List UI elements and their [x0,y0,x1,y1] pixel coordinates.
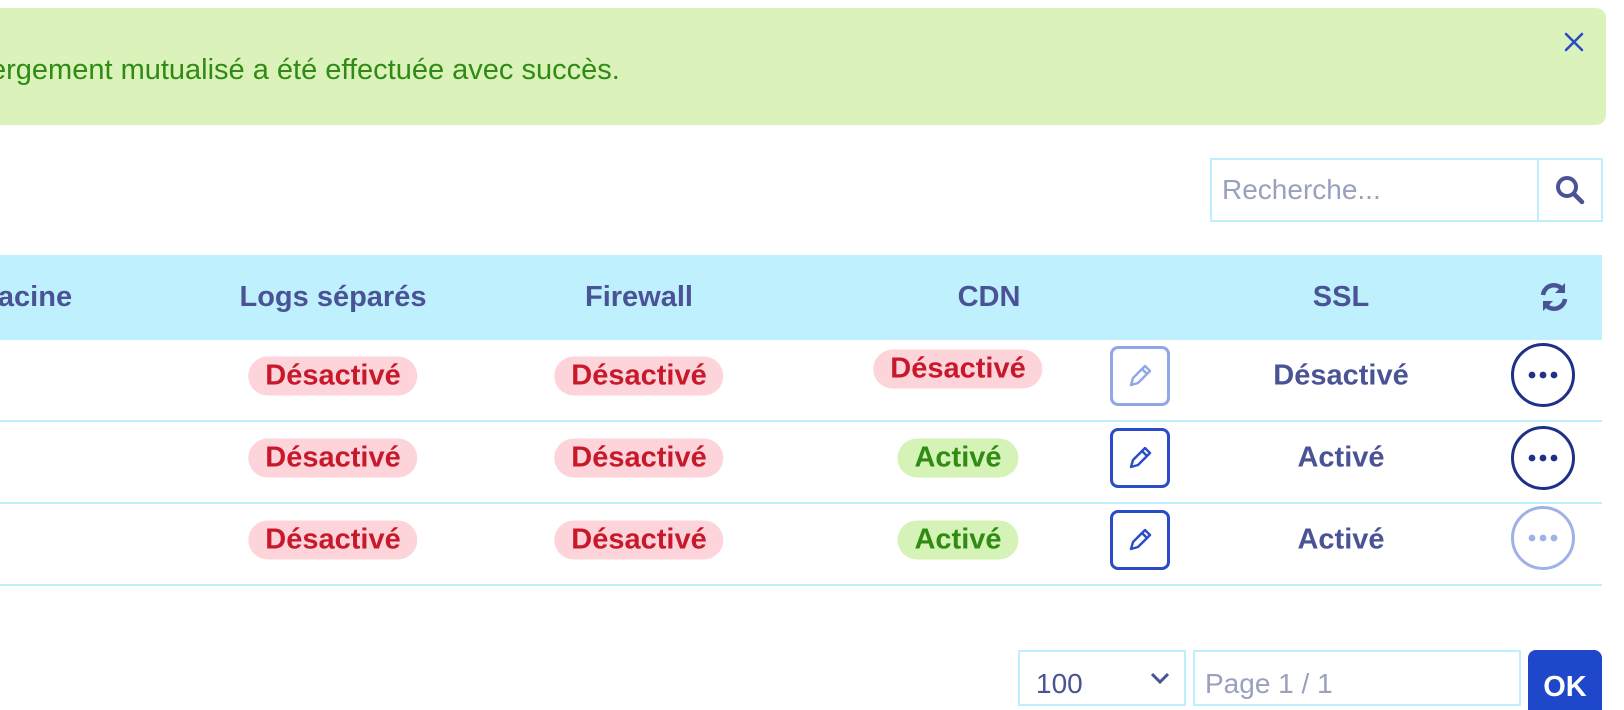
edit-cdn-button[interactable] [1110,346,1170,406]
table-header: acine Logs séparés Firewall CDN SSL [0,255,1602,340]
alert-message: ergement mutualisé a été effectuée avec … [0,54,620,86]
edit-cdn-button[interactable] [1110,428,1170,488]
logs-status-badge: Désactivé [248,520,418,560]
column-header-cdn[interactable]: CDN [958,255,1021,340]
search-bar [1210,158,1603,222]
chevron-down-icon [1146,672,1174,684]
logs-status-badge: Désactivé [248,356,418,396]
search-icon [1555,175,1585,205]
ellipsis-icon [1527,371,1559,379]
column-header-ssl[interactable]: SSL [1313,255,1369,340]
firewall-status-badge: Désactivé [554,438,724,478]
ssl-status: Activé [1297,441,1385,474]
close-icon[interactable] [1558,26,1590,58]
more-actions-button[interactable] [1511,343,1575,407]
success-alert: ergement mutualisé a été effectuée avec … [0,8,1606,125]
pencil-icon [1126,362,1154,390]
ssl-status: Activé [1297,523,1385,556]
firewall-status-badge: Désactivé [554,520,724,560]
ellipsis-icon [1527,454,1559,462]
logs-status-badge: Désactivé [248,438,418,478]
search-button[interactable] [1537,160,1601,220]
ssl-status: Désactivé [1273,359,1409,392]
more-actions-button[interactable] [1511,426,1575,490]
per-page-select[interactable]: 100 [1018,650,1186,706]
more-actions-button[interactable] [1511,506,1575,570]
table-row: Désactivé Désactivé Désactivé Désactivé [0,340,1602,422]
cdn-status-badge: Désactivé [873,349,1043,389]
cdn-status-badge: Activé [897,438,1019,478]
pencil-icon [1126,526,1154,554]
edit-cdn-button[interactable] [1110,510,1170,570]
search-input[interactable] [1212,160,1537,220]
refresh-icon[interactable] [1538,282,1570,312]
ellipsis-icon [1527,534,1559,542]
table-row: Désactivé Désactivé Activé Activé [0,422,1602,504]
ok-button[interactable]: OK [1528,650,1602,710]
column-header-root[interactable]: acine [0,255,72,340]
page-number-input[interactable] [1195,652,1519,704]
column-header-firewall[interactable]: Firewall [585,255,693,340]
cdn-status-badge: Activé [897,520,1019,560]
per-page-value: 100 [1036,668,1083,699]
pencil-icon [1126,444,1154,472]
firewall-status-badge: Désactivé [554,356,724,396]
table-row: Désactivé Désactivé Activé Activé [0,504,1602,586]
page-number-field [1193,650,1521,706]
column-header-logs[interactable]: Logs séparés [240,255,427,340]
